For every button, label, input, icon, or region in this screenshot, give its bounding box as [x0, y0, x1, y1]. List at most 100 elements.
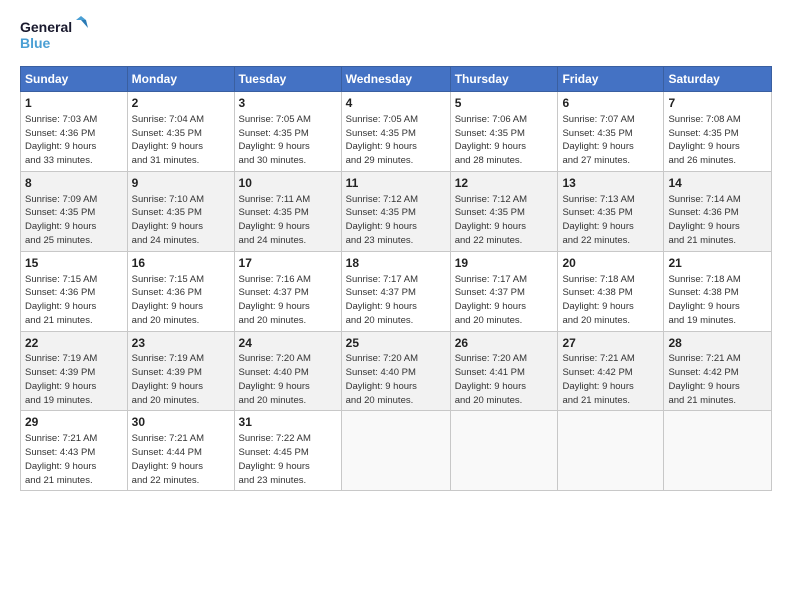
- logo: General Blue: [20, 16, 90, 58]
- calendar-cell: 3Sunrise: 7:05 AMSunset: 4:35 PMDaylight…: [234, 92, 341, 172]
- day-number: 4: [346, 95, 446, 112]
- day-info: Sunrise: 7:09 AMSunset: 4:35 PMDaylight:…: [25, 193, 123, 248]
- day-number: 5: [455, 95, 554, 112]
- calendar-cell: 1Sunrise: 7:03 AMSunset: 4:36 PMDaylight…: [21, 92, 128, 172]
- header-tuesday: Tuesday: [234, 67, 341, 92]
- day-info: Sunrise: 7:19 AMSunset: 4:39 PMDaylight:…: [25, 352, 123, 407]
- calendar-cell: 14Sunrise: 7:14 AMSunset: 4:36 PMDayligh…: [664, 171, 772, 251]
- calendar-cell: 5Sunrise: 7:06 AMSunset: 4:35 PMDaylight…: [450, 92, 558, 172]
- day-number: 2: [132, 95, 230, 112]
- day-number: 17: [239, 255, 337, 272]
- day-number: 3: [239, 95, 337, 112]
- day-info: Sunrise: 7:15 AMSunset: 4:36 PMDaylight:…: [132, 273, 230, 328]
- header-friday: Friday: [558, 67, 664, 92]
- day-number: 22: [25, 335, 123, 352]
- day-info: Sunrise: 7:21 AMSunset: 4:42 PMDaylight:…: [562, 352, 659, 407]
- day-info: Sunrise: 7:19 AMSunset: 4:39 PMDaylight:…: [132, 352, 230, 407]
- day-number: 11: [346, 175, 446, 192]
- day-info: Sunrise: 7:22 AMSunset: 4:45 PMDaylight:…: [239, 432, 337, 487]
- day-number: 15: [25, 255, 123, 272]
- header-saturday: Saturday: [664, 67, 772, 92]
- calendar-cell: 2Sunrise: 7:04 AMSunset: 4:35 PMDaylight…: [127, 92, 234, 172]
- day-info: Sunrise: 7:17 AMSunset: 4:37 PMDaylight:…: [346, 273, 446, 328]
- svg-text:General: General: [20, 19, 72, 35]
- day-number: 20: [562, 255, 659, 272]
- calendar-cell: 7Sunrise: 7:08 AMSunset: 4:35 PMDaylight…: [664, 92, 772, 172]
- day-info: Sunrise: 7:13 AMSunset: 4:35 PMDaylight:…: [562, 193, 659, 248]
- calendar-cell: 16Sunrise: 7:15 AMSunset: 4:36 PMDayligh…: [127, 251, 234, 331]
- day-info: Sunrise: 7:17 AMSunset: 4:37 PMDaylight:…: [455, 273, 554, 328]
- calendar-cell: 12Sunrise: 7:12 AMSunset: 4:35 PMDayligh…: [450, 171, 558, 251]
- calendar-cell: 29Sunrise: 7:21 AMSunset: 4:43 PMDayligh…: [21, 411, 128, 491]
- day-info: Sunrise: 7:07 AMSunset: 4:35 PMDaylight:…: [562, 113, 659, 168]
- calendar-cell: 21Sunrise: 7:18 AMSunset: 4:38 PMDayligh…: [664, 251, 772, 331]
- calendar-cell: [558, 411, 664, 491]
- day-number: 6: [562, 95, 659, 112]
- calendar-cell: 17Sunrise: 7:16 AMSunset: 4:37 PMDayligh…: [234, 251, 341, 331]
- day-info: Sunrise: 7:18 AMSunset: 4:38 PMDaylight:…: [668, 273, 767, 328]
- calendar-cell: 30Sunrise: 7:21 AMSunset: 4:44 PMDayligh…: [127, 411, 234, 491]
- day-info: Sunrise: 7:03 AMSunset: 4:36 PMDaylight:…: [25, 113, 123, 168]
- day-info: Sunrise: 7:20 AMSunset: 4:40 PMDaylight:…: [239, 352, 337, 407]
- calendar-cell: 27Sunrise: 7:21 AMSunset: 4:42 PMDayligh…: [558, 331, 664, 411]
- logo-svg: General Blue: [20, 16, 90, 58]
- calendar-cell: 25Sunrise: 7:20 AMSunset: 4:40 PMDayligh…: [341, 331, 450, 411]
- day-info: Sunrise: 7:18 AMSunset: 4:38 PMDaylight:…: [562, 273, 659, 328]
- day-info: Sunrise: 7:11 AMSunset: 4:35 PMDaylight:…: [239, 193, 337, 248]
- day-info: Sunrise: 7:10 AMSunset: 4:35 PMDaylight:…: [132, 193, 230, 248]
- calendar-cell: 15Sunrise: 7:15 AMSunset: 4:36 PMDayligh…: [21, 251, 128, 331]
- day-number: 16: [132, 255, 230, 272]
- day-info: Sunrise: 7:15 AMSunset: 4:36 PMDaylight:…: [25, 273, 123, 328]
- calendar-header-row: SundayMondayTuesdayWednesdayThursdayFrid…: [21, 67, 772, 92]
- week-row-5: 29Sunrise: 7:21 AMSunset: 4:43 PMDayligh…: [21, 411, 772, 491]
- day-number: 9: [132, 175, 230, 192]
- calendar-table: SundayMondayTuesdayWednesdayThursdayFrid…: [20, 66, 772, 491]
- day-info: Sunrise: 7:12 AMSunset: 4:35 PMDaylight:…: [346, 193, 446, 248]
- day-number: 19: [455, 255, 554, 272]
- calendar-cell: 20Sunrise: 7:18 AMSunset: 4:38 PMDayligh…: [558, 251, 664, 331]
- day-info: Sunrise: 7:08 AMSunset: 4:35 PMDaylight:…: [668, 113, 767, 168]
- day-info: Sunrise: 7:21 AMSunset: 4:44 PMDaylight:…: [132, 432, 230, 487]
- calendar-cell: 8Sunrise: 7:09 AMSunset: 4:35 PMDaylight…: [21, 171, 128, 251]
- day-info: Sunrise: 7:06 AMSunset: 4:35 PMDaylight:…: [455, 113, 554, 168]
- day-number: 21: [668, 255, 767, 272]
- header-sunday: Sunday: [21, 67, 128, 92]
- calendar-cell: [664, 411, 772, 491]
- day-number: 23: [132, 335, 230, 352]
- day-number: 25: [346, 335, 446, 352]
- calendar-cell: 4Sunrise: 7:05 AMSunset: 4:35 PMDaylight…: [341, 92, 450, 172]
- day-number: 10: [239, 175, 337, 192]
- calendar-cell: [341, 411, 450, 491]
- svg-text:Blue: Blue: [20, 35, 51, 51]
- day-info: Sunrise: 7:14 AMSunset: 4:36 PMDaylight:…: [668, 193, 767, 248]
- day-number: 14: [668, 175, 767, 192]
- calendar-cell: 13Sunrise: 7:13 AMSunset: 4:35 PMDayligh…: [558, 171, 664, 251]
- page-header: General Blue: [20, 16, 772, 58]
- day-info: Sunrise: 7:05 AMSunset: 4:35 PMDaylight:…: [346, 113, 446, 168]
- day-number: 18: [346, 255, 446, 272]
- day-info: Sunrise: 7:12 AMSunset: 4:35 PMDaylight:…: [455, 193, 554, 248]
- calendar-cell: 11Sunrise: 7:12 AMSunset: 4:35 PMDayligh…: [341, 171, 450, 251]
- week-row-1: 1Sunrise: 7:03 AMSunset: 4:36 PMDaylight…: [21, 92, 772, 172]
- day-number: 1: [25, 95, 123, 112]
- day-info: Sunrise: 7:21 AMSunset: 4:42 PMDaylight:…: [668, 352, 767, 407]
- day-number: 13: [562, 175, 659, 192]
- calendar-cell: 31Sunrise: 7:22 AMSunset: 4:45 PMDayligh…: [234, 411, 341, 491]
- header-monday: Monday: [127, 67, 234, 92]
- day-info: Sunrise: 7:20 AMSunset: 4:40 PMDaylight:…: [346, 352, 446, 407]
- day-number: 24: [239, 335, 337, 352]
- day-info: Sunrise: 7:16 AMSunset: 4:37 PMDaylight:…: [239, 273, 337, 328]
- day-number: 28: [668, 335, 767, 352]
- calendar-cell: [450, 411, 558, 491]
- day-number: 12: [455, 175, 554, 192]
- week-row-3: 15Sunrise: 7:15 AMSunset: 4:36 PMDayligh…: [21, 251, 772, 331]
- day-info: Sunrise: 7:04 AMSunset: 4:35 PMDaylight:…: [132, 113, 230, 168]
- header-wednesday: Wednesday: [341, 67, 450, 92]
- day-number: 29: [25, 414, 123, 431]
- day-info: Sunrise: 7:20 AMSunset: 4:41 PMDaylight:…: [455, 352, 554, 407]
- calendar-cell: 26Sunrise: 7:20 AMSunset: 4:41 PMDayligh…: [450, 331, 558, 411]
- week-row-2: 8Sunrise: 7:09 AMSunset: 4:35 PMDaylight…: [21, 171, 772, 251]
- calendar-cell: 18Sunrise: 7:17 AMSunset: 4:37 PMDayligh…: [341, 251, 450, 331]
- calendar-cell: 23Sunrise: 7:19 AMSunset: 4:39 PMDayligh…: [127, 331, 234, 411]
- day-info: Sunrise: 7:21 AMSunset: 4:43 PMDaylight:…: [25, 432, 123, 487]
